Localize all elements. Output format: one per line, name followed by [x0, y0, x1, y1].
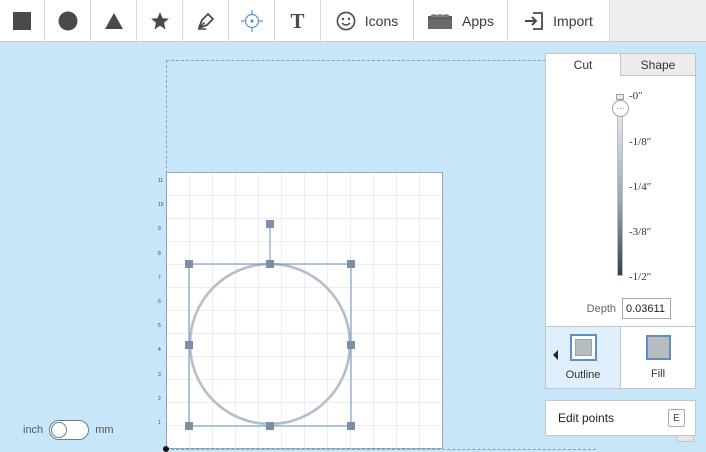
ellipse-tool-button[interactable] — [45, 0, 91, 42]
edit-points-shortcut: E — [668, 409, 685, 427]
point-tool-button[interactable] — [229, 0, 275, 42]
ruler-tick: 7 — [158, 275, 161, 281]
ruler-tick: 6 — [158, 299, 161, 305]
edit-points-label: Edit points — [558, 411, 615, 425]
outline-icon — [569, 334, 597, 361]
tab-shape[interactable]: Shape — [620, 54, 695, 76]
selected-shape-layer — [185, 220, 355, 430]
toolbar-spacer — [610, 0, 706, 41]
ruler-tick: 1 — [158, 420, 161, 426]
resize-handle-right[interactable] — [347, 341, 355, 349]
grip-icon: ··· — [616, 104, 625, 113]
origin-marker — [163, 446, 169, 452]
polygon-tool-button[interactable] — [91, 0, 137, 42]
depth-row: Depth — [546, 298, 695, 319]
circle-shape[interactable] — [188, 262, 352, 426]
import-icon — [525, 12, 544, 30]
depth-slider-knob[interactable]: ··· — [612, 100, 629, 117]
text-tool-button[interactable]: T — [275, 0, 321, 42]
inspector-panel: Cut Shape ··· -0″ -1/8″ -1/4″ -3/8″ -1/2… — [545, 53, 696, 389]
import-label: Import — [553, 13, 593, 29]
star-icon — [150, 12, 169, 30]
import-button[interactable]: Import — [508, 0, 610, 42]
pen-tool-button[interactable] — [183, 0, 229, 42]
apps-button[interactable]: Apps — [414, 0, 508, 42]
text-icon: T — [290, 8, 305, 33]
resize-handle-top[interactable] — [266, 260, 274, 268]
caret-left-icon[interactable] — [553, 350, 558, 360]
ruler-tick: 2 — [158, 396, 161, 402]
rotation-handle[interactable] — [266, 220, 274, 228]
fill-icon — [645, 335, 671, 360]
depth-label: Depth — [586, 302, 616, 315]
resize-handle-bottom-right[interactable] — [347, 422, 355, 430]
depth-tick-label: -3/8″ — [629, 226, 652, 238]
depth-slider: ··· -0″ -1/8″ -1/4″ -3/8″ -1/2″ — [546, 76, 695, 324]
depth-slider-track[interactable] — [617, 96, 623, 276]
ruler-tick: 9 — [158, 226, 161, 232]
tab-cut[interactable]: Cut — [546, 54, 620, 76]
brick-icon — [428, 14, 453, 29]
toolbar: T Icons Apps Import — [0, 0, 706, 42]
ruler-tick: 3 — [158, 372, 161, 378]
ruler-tick: 8 — [158, 251, 161, 257]
resize-handle-bottom-left[interactable] — [185, 422, 193, 430]
ruler-tick: 10 — [158, 202, 164, 208]
pen-icon — [197, 13, 214, 30]
box-tool-button[interactable] — [0, 0, 45, 42]
circle-icon — [58, 11, 77, 31]
resize-handle-top-left[interactable] — [185, 260, 193, 268]
triangle-icon — [104, 13, 123, 29]
apps-label: Apps — [462, 13, 494, 29]
units-switch[interactable] — [49, 420, 90, 440]
depth-tick-label: -1/8″ — [629, 136, 652, 148]
ruler-tick: 5 — [158, 323, 161, 329]
units-mm-label: mm — [95, 424, 114, 436]
units-switch-knob[interactable] — [51, 422, 68, 438]
ruler-tick: 4 — [158, 347, 161, 353]
workspace-boundary-bottom — [166, 449, 596, 450]
outline-mode-button[interactable]: Outline — [546, 327, 620, 388]
panel-stub — [676, 436, 694, 442]
fill-mode-button[interactable]: Fill — [620, 327, 695, 388]
resize-handle-left[interactable] — [185, 341, 193, 349]
resize-handle-bottom[interactable] — [266, 422, 274, 430]
ruler-tick: 11 — [158, 178, 164, 184]
depth-input[interactable] — [622, 298, 671, 319]
fill-label: Fill — [650, 368, 666, 380]
units-toggle: inch mm — [23, 420, 114, 440]
star-tool-button[interactable] — [137, 0, 183, 42]
edit-points-button[interactable]: Edit points E — [545, 400, 696, 436]
cut-mode-selector: Outline Fill — [546, 326, 695, 388]
icons-label: Icons — [364, 13, 399, 29]
icons-button[interactable]: Icons — [321, 0, 414, 42]
outline-label: Outline — [565, 369, 601, 381]
square-icon — [13, 12, 31, 30]
inspector-tabs: Cut Shape — [546, 54, 695, 76]
depth-tick-label: -1/2″ — [629, 271, 652, 283]
resize-handle-top-right[interactable] — [347, 260, 355, 268]
crosshair-icon — [240, 10, 263, 32]
units-inch-label: inch — [23, 424, 44, 436]
smiley-icon — [336, 11, 356, 31]
depth-tick-label: -1/4″ — [629, 181, 652, 193]
depth-tick-label: -0″ — [629, 90, 643, 102]
